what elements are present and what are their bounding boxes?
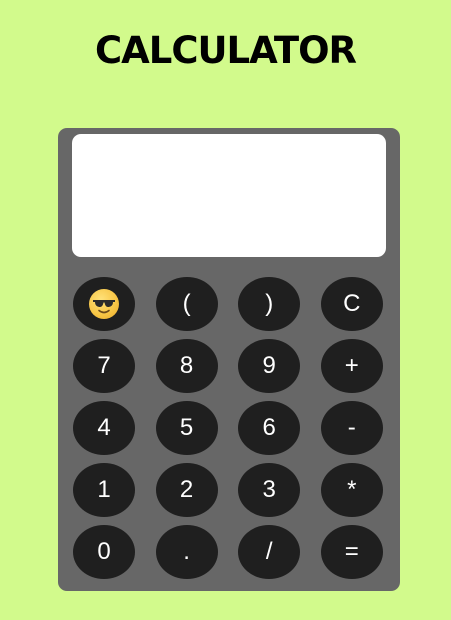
digit-8-button[interactable]: 8 — [155, 339, 218, 393]
calculator: ( ) C 7 8 9 + 4 5 6 - 1 2 3 * 0 . / = — [58, 128, 400, 591]
digit-6-button[interactable]: 6 — [238, 401, 301, 455]
close-paren-button[interactable]: ) — [238, 277, 301, 331]
plus-button[interactable]: + — [320, 339, 383, 393]
equals-button[interactable]: = — [320, 525, 383, 579]
digit-9-button[interactable]: 9 — [238, 339, 301, 393]
digit-1-button[interactable]: 1 — [73, 463, 135, 517]
digit-2-button[interactable]: 2 — [155, 463, 218, 517]
digit-4-button[interactable]: 4 — [73, 401, 135, 455]
sunglasses-emoji-icon — [89, 289, 119, 319]
digit-5-button[interactable]: 5 — [155, 401, 218, 455]
page-title: CALCULATOR — [94, 29, 357, 72]
digit-3-button[interactable]: 3 — [238, 463, 301, 517]
calculator-display — [72, 134, 386, 257]
clear-button[interactable]: C — [320, 277, 383, 331]
emoji-button[interactable] — [73, 277, 135, 331]
divide-button[interactable]: / — [238, 525, 301, 579]
minus-button[interactable]: - — [320, 401, 383, 455]
open-paren-button[interactable]: ( — [155, 277, 218, 331]
multiply-button[interactable]: * — [320, 463, 383, 517]
digit-7-button[interactable]: 7 — [73, 339, 135, 393]
keypad: ( ) C 7 8 9 + 4 5 6 - 1 2 3 * 0 . / = — [73, 277, 383, 579]
digit-0-button[interactable]: 0 — [73, 525, 135, 579]
decimal-button[interactable]: . — [155, 525, 218, 579]
